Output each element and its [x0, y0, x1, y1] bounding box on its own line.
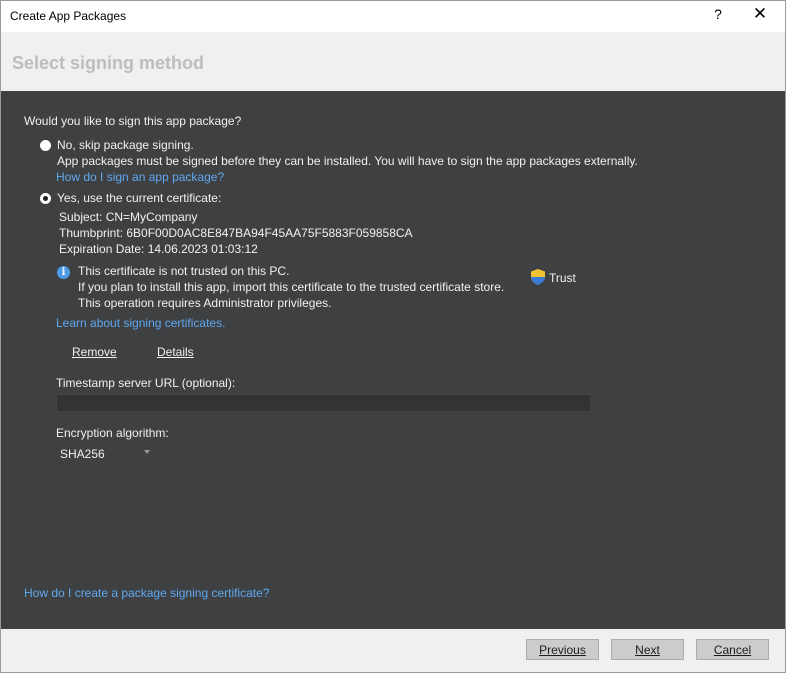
info-icon: i: [57, 266, 70, 279]
encryption-selected-value: SHA256: [60, 447, 105, 461]
page-header: Select signing method: [1, 32, 785, 91]
next-button[interactable]: Next: [611, 639, 684, 660]
previous-button[interactable]: Previous: [526, 639, 599, 660]
skip-signing-radio[interactable]: [40, 140, 51, 151]
window-title: Create App Packages: [10, 9, 127, 23]
title-bar: Create App Packages ? ✕: [1, 1, 785, 32]
warning-line-2: If you plan to install this app, import …: [78, 280, 505, 294]
close-button[interactable]: ✕: [748, 4, 772, 24]
sign-question: Would you like to sign this app package?: [24, 114, 242, 128]
encryption-algorithm-select[interactable]: SHA256: [56, 444, 155, 463]
timestamp-label: Timestamp server URL (optional):: [56, 376, 236, 390]
content-area: Would you like to sign this app package?…: [1, 91, 785, 629]
skip-signing-label[interactable]: No, skip package signing.: [57, 138, 194, 152]
certificate-expiration: Expiration Date: 14.06.2023 01:03:12: [59, 242, 258, 256]
chevron-down-icon: [144, 450, 150, 454]
certificate-subject: Subject: CN=MyCompany: [59, 210, 198, 224]
details-button[interactable]: Details: [157, 345, 194, 359]
create-certificate-link[interactable]: How do I create a package signing certif…: [24, 586, 269, 600]
remove-button[interactable]: Remove: [72, 345, 117, 359]
how-sign-link[interactable]: How do I sign an app package?: [56, 170, 224, 184]
use-current-certificate-label[interactable]: Yes, use the current certificate:: [57, 191, 221, 205]
page-title: Select signing method: [12, 53, 205, 73]
shield-icon: [531, 269, 545, 285]
warning-line-1: This certificate is not trusted on this …: [78, 264, 290, 278]
use-current-certificate-radio[interactable]: [40, 193, 51, 204]
learn-signing-link[interactable]: Learn about signing certificates.: [56, 316, 225, 330]
skip-signing-description: App packages must be signed before they …: [57, 154, 638, 168]
trust-button[interactable]: Trust: [549, 271, 576, 285]
warning-line-3: This operation requires Administrator pr…: [78, 296, 332, 310]
footer-bar: Previous Next Cancel: [1, 629, 785, 672]
dialog-window: Create App Packages ? ✕ Select signing m…: [0, 0, 786, 673]
timestamp-url-input[interactable]: [56, 394, 591, 412]
certificate-thumbprint: Thumbprint: 6B0F00D0AC8E847BA94F45AA75F5…: [59, 226, 413, 240]
encryption-label: Encryption algorithm:: [56, 426, 169, 440]
help-button[interactable]: ?: [709, 6, 727, 22]
cancel-button[interactable]: Cancel: [696, 639, 769, 660]
